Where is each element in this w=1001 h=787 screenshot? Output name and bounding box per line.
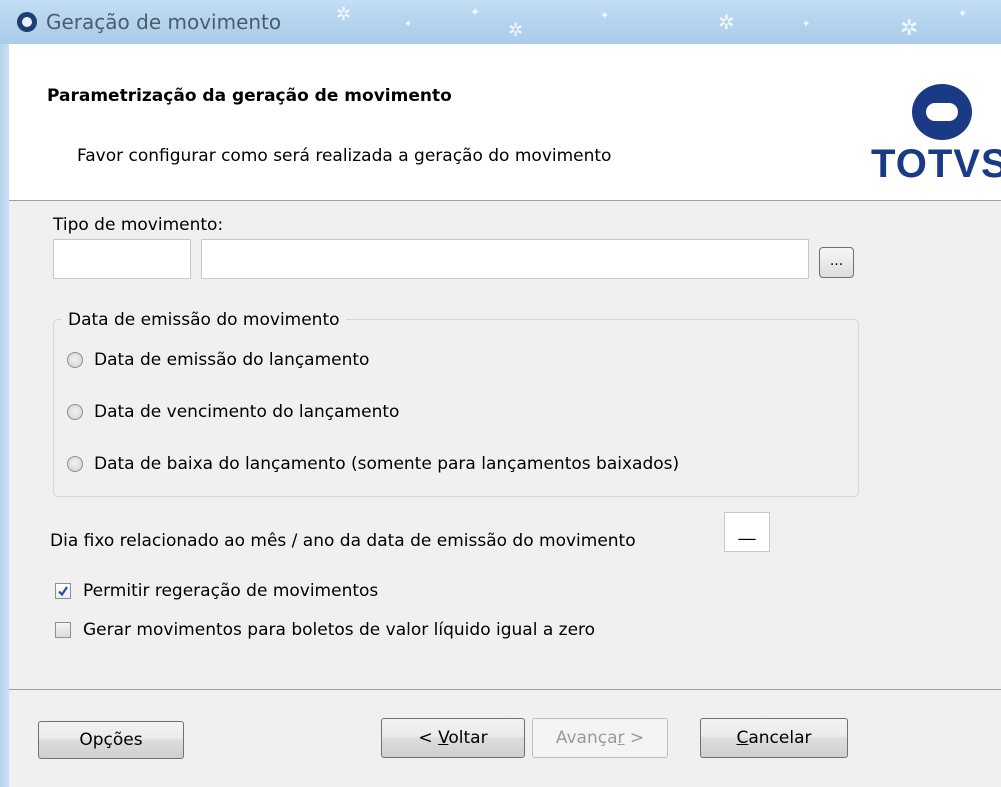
snowflake-decoration: ✦ bbox=[802, 19, 811, 30]
back-button[interactable]: < Voltar bbox=[381, 718, 525, 758]
window-frame bbox=[0, 44, 9, 787]
snowflake-decoration: ✦ bbox=[404, 19, 413, 30]
radio-label: Data de baixa do lançamento (somente par… bbox=[94, 454, 680, 474]
radio-button-icon[interactable] bbox=[67, 352, 83, 368]
checkbox-unchecked-icon[interactable] bbox=[55, 622, 71, 638]
next-rest: > bbox=[624, 728, 645, 748]
snowflake-decoration: ✦ bbox=[600, 9, 610, 22]
wizard-footer: Opções < Voltar Avançar > Cancelar bbox=[9, 690, 1001, 787]
radio-button-icon[interactable] bbox=[67, 404, 83, 420]
checkbox-gerar-valor-zero[interactable]: Gerar movimentos para boletos de valor l… bbox=[55, 619, 595, 641]
page-subtitle: Favor configurar como será realizada a g… bbox=[77, 146, 612, 166]
snowflake-decoration: ✲ bbox=[508, 20, 524, 41]
page-title: Parametrização da geração de movimento bbox=[47, 86, 452, 106]
next-prefix: Avança bbox=[555, 728, 618, 748]
snowflake-decoration: ✦ bbox=[470, 5, 481, 19]
back-rest: oltar bbox=[448, 728, 488, 748]
title-bar[interactable]: ✲ ✦ ✦ ✲ ✦ ✲ ✦ ✲ ✦ Geração de movimento bbox=[0, 0, 1001, 45]
tipo-movimento-label: Tipo de movimento: bbox=[53, 215, 224, 235]
radio-data-baixa[interactable]: Data de baixa do lançamento (somente par… bbox=[67, 452, 679, 476]
snowflake-decoration: ✲ bbox=[900, 16, 919, 41]
radio-data-emissao[interactable]: Data de emissão do lançamento bbox=[67, 348, 369, 372]
snowflake-decoration: ✲ bbox=[336, 4, 352, 25]
checkbox-label: Permitir regeração de movimentos bbox=[83, 581, 379, 601]
next-button[interactable]: Avançar > bbox=[532, 718, 668, 758]
window-title: Geração de movimento bbox=[46, 10, 282, 34]
wizard-window: ✲ ✦ ✦ ✲ ✦ ✲ ✦ ✲ ✦ Geração de movimento P… bbox=[0, 0, 1001, 787]
dia-fixo-input[interactable]: __ bbox=[724, 512, 770, 552]
radio-data-vencimento[interactable]: Data de vencimento do lançamento bbox=[67, 400, 399, 424]
checkbox-checked-icon[interactable] bbox=[55, 583, 71, 599]
wizard-content: Tipo de movimento: ... Data de emissão d… bbox=[9, 201, 1001, 690]
tipo-movimento-description-input[interactable] bbox=[201, 239, 809, 279]
dia-fixo-label: Dia fixo relacionado ao mês / ano da dat… bbox=[50, 531, 636, 551]
totvs-logo-icon bbox=[912, 84, 972, 140]
back-mnemonic: V bbox=[438, 728, 449, 748]
browse-button[interactable]: ... bbox=[819, 247, 854, 278]
back-prefix: < bbox=[418, 728, 439, 748]
checkbox-permitir-regeracao[interactable]: Permitir regeração de movimentos bbox=[55, 580, 378, 602]
checkmark-icon bbox=[58, 586, 68, 597]
checkbox-label: Gerar movimentos para boletos de valor l… bbox=[83, 620, 596, 640]
snowflake-decoration: ✦ bbox=[958, 7, 968, 20]
options-button[interactable]: Opções bbox=[38, 721, 184, 759]
radio-label: Data de emissão do lançamento bbox=[94, 350, 370, 370]
cancel-mnemonic: C bbox=[736, 728, 749, 748]
tipo-movimento-code-input[interactable] bbox=[53, 239, 191, 279]
radio-button-icon[interactable] bbox=[67, 456, 83, 472]
next-mnemonic: r bbox=[617, 728, 625, 748]
data-emissao-group-title: Data de emissão do movimento bbox=[62, 310, 346, 330]
totvs-logo-text: TOTVS bbox=[871, 142, 1001, 186]
wizard-header: Parametrização da geração de movimento F… bbox=[9, 44, 1001, 201]
cancel-rest: ancelar bbox=[748, 728, 812, 748]
app-icon bbox=[17, 12, 37, 32]
radio-label: Data de vencimento do lançamento bbox=[94, 402, 400, 422]
cancel-button[interactable]: Cancelar bbox=[700, 718, 848, 758]
snowflake-decoration: ✲ bbox=[718, 10, 735, 34]
